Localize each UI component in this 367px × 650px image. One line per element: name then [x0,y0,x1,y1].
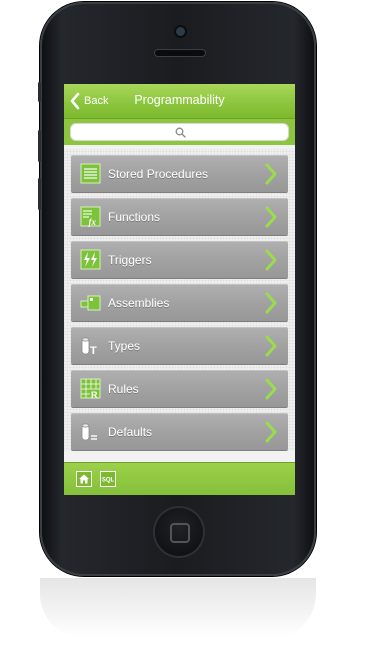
search-input[interactable] [70,123,289,141]
svg-text:R: R [91,390,98,399]
chevron-right-icon [265,335,277,357]
list-item-defaults[interactable]: Defaults [71,413,288,450]
volume-down-button [38,178,41,210]
earpiece-speaker [155,50,205,56]
item-label: Functions [108,210,161,224]
chevron-right-icon [265,249,277,271]
home-tab-button[interactable] [76,471,92,487]
chevron-right-icon [265,163,277,185]
list-item-rules[interactable]: R Rules [71,370,288,407]
item-label: Triggers [108,253,152,267]
svg-text:T: T [90,345,97,356]
bottom-toolbar: SQL [64,462,295,495]
functions-icon: fx [80,206,101,227]
list-item-stored-procedures[interactable]: Stored Procedures [71,155,288,192]
front-camera [176,27,185,36]
svg-text:fx: fx [89,217,97,227]
search-icon [175,127,186,138]
navigation-bar: Back Programmability [64,84,295,119]
page-title: Programmability [134,93,225,107]
search-bar [64,119,295,145]
types-icon: T [81,337,97,356]
sql-icon: SQL [100,471,116,487]
volume-up-button [38,130,41,162]
sql-tab-button[interactable]: SQL [100,471,116,487]
list-item-assemblies[interactable]: Assemblies [71,284,288,321]
list-item-functions[interactable]: fx Functions [71,198,288,235]
defaults-icon [81,423,97,441]
stored-procedures-icon [80,163,101,184]
phone-reflection [40,578,316,638]
item-label: Assemblies [108,296,170,310]
list-item-types[interactable]: T Types [71,327,288,364]
app-screen: Back Programmability Stored Procedures f… [64,84,295,495]
item-label: Types [108,339,141,353]
assemblies-icon [80,295,101,311]
chevron-right-icon [265,292,277,314]
triggers-icon [80,249,101,270]
chevron-right-icon [265,206,277,228]
mute-switch [38,82,41,102]
rules-icon: R [80,378,101,399]
chevron-right-icon [265,421,277,443]
object-list: Stored Procedures fx Functions Triggers … [64,149,295,451]
item-label: Defaults [108,425,153,439]
item-label: Rules [108,382,139,396]
chevron-right-icon [265,378,277,400]
sql-label: SQL [102,478,115,484]
home-button[interactable] [155,508,203,556]
item-label: Stored Procedures [108,167,209,181]
list-item-triggers[interactable]: Triggers [71,241,288,278]
home-icon [76,471,92,487]
